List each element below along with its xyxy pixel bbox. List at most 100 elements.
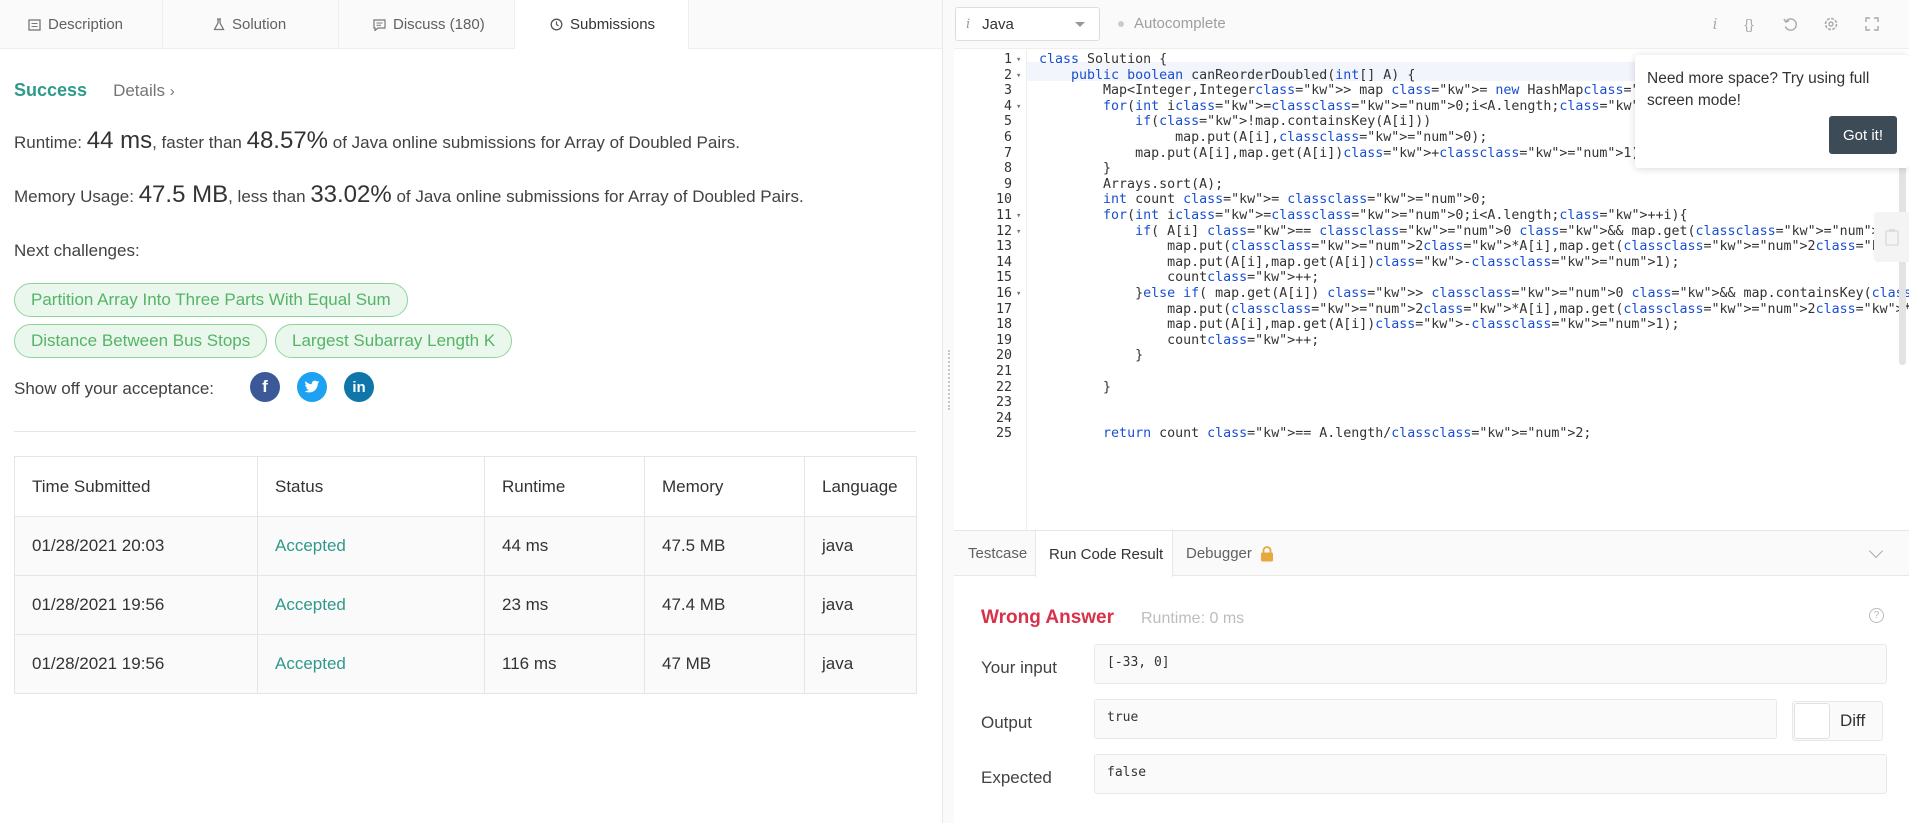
cell-status-link[interactable]: Accepted — [257, 516, 485, 576]
fullscreen-tip-popup: Need more space? Try using full screen m… — [1635, 55, 1909, 168]
popup-text: Need more space? Try using full screen m… — [1647, 70, 1870, 109]
cell-memory: 47.5 MB — [644, 516, 805, 576]
code-line: for(int iclass="kw">=classclass="kw">="n… — [1103, 98, 1687, 114]
side-panel-toggle[interactable] — [1874, 212, 1909, 262]
tab-run-code-result[interactable]: Run Code Result — [1035, 531, 1173, 577]
braces-icon[interactable]: {} — [1739, 14, 1759, 34]
memory-tail: of Java online submissions for Array of … — [391, 187, 804, 206]
reset-icon[interactable] — [1780, 14, 1800, 34]
line-number: 2 — [1003, 67, 1012, 83]
line-number: 14 — [995, 254, 1012, 270]
autocomplete-toggle[interactable]: Autocomplete — [1118, 15, 1226, 32]
code-line: } — [1039, 161, 1112, 177]
result-header: Success Details › — [14, 80, 175, 101]
details-link[interactable]: Details › — [113, 81, 175, 101]
line-number: 23 — [995, 395, 1012, 411]
line-number: 20 — [995, 348, 1012, 364]
tab-solution[interactable]: Solution — [163, 0, 339, 49]
line-number: 22 — [995, 379, 1012, 395]
code-line: Map<Integer,Integerclass="kw">> map clas… — [1039, 83, 1711, 99]
cell-memory: 47 MB — [644, 634, 805, 694]
fullscreen-icon[interactable] — [1862, 14, 1882, 34]
input-label: Your input — [981, 658, 1057, 677]
line-number: 25 — [995, 426, 1012, 442]
result-runtime: Runtime: 0 ms — [1141, 610, 1245, 627]
cell-status-link[interactable]: Accepted — [257, 575, 485, 635]
challenge-chip[interactable]: Distance Between Bus Stops — [14, 324, 268, 358]
code-line: map.put(classclass="kw">="num">2class="k… — [1039, 301, 1909, 317]
col-memory: Memory — [644, 456, 805, 517]
console-panel: Testcase Run Code Result Debugger Wrong … — [954, 530, 1909, 823]
table-row[interactable]: 01/28/2021 20:03 Accepted 44 ms 47.5 MB … — [14, 516, 917, 576]
line-number: 18 — [995, 317, 1012, 333]
line-number: 17 — [995, 301, 1012, 317]
col-status: Status — [257, 456, 485, 517]
info-icon[interactable]: i — [1705, 14, 1725, 34]
memory-stat: Memory Usage: 47.5 MB, less than 33.02% … — [14, 181, 804, 209]
line-number: 5 — [1003, 114, 1012, 130]
language-select[interactable]: i Java — [955, 7, 1100, 41]
got-it-button[interactable]: Got it! — [1829, 116, 1897, 154]
fold-arrow-icon[interactable]: ▾ — [1016, 227, 1021, 237]
tab-testcase[interactable]: Testcase — [954, 531, 1035, 576]
line-number: 1 — [1003, 52, 1012, 67]
code-line: countclass="kw">++; — [1039, 270, 1320, 286]
chevron-down-icon[interactable] — [1868, 543, 1884, 559]
code-line: return count class="kw">== A.length/clas… — [1103, 426, 1592, 442]
line-number: 15 — [995, 270, 1012, 286]
cell-time: 01/28/2021 19:56 — [14, 634, 258, 694]
line-number: 4 — [1003, 98, 1012, 114]
dot-icon — [1118, 20, 1124, 27]
linkedin-icon[interactable]: in — [344, 372, 374, 402]
fold-arrow-icon[interactable]: ▾ — [1016, 55, 1021, 65]
challenge-chip[interactable]: Largest Subarray Length K — [275, 324, 513, 358]
fold-arrow-icon[interactable]: ▾ — [1016, 289, 1021, 299]
runtime-tail: of Java online submissions for Array of … — [328, 133, 740, 152]
console-tabs: Testcase Run Code Result Debugger — [954, 531, 1909, 577]
line-gutter: 1 ▾ 2 ▾ 3 4 ▾ 5 6 7 8 9 10 11 ▾ 12 ▾ 13 14 15 16 ▾ 17 18 19 20 21 2… — [954, 50, 1027, 530]
runtime-percent: 48.57% — [246, 127, 329, 154]
fold-arrow-icon[interactable]: ▾ — [1016, 102, 1021, 112]
pane-divider[interactable] — [942, 0, 954, 823]
cell-runtime: 23 ms — [484, 575, 645, 635]
resize-handle[interactable] — [948, 350, 950, 410]
details-label: Details — [113, 80, 166, 100]
fold-arrow-icon[interactable]: ▾ — [1016, 211, 1021, 221]
runtime-stat: Runtime: 44 ms, faster than 48.57% of Ja… — [14, 127, 740, 155]
table-row[interactable]: 01/28/2021 19:56 Accepted 23 ms 47.4 MB … — [14, 575, 917, 635]
tab-description-label: Description — [48, 16, 124, 33]
challenge-chip[interactable]: Partition Array Into Three Parts With Eq… — [14, 283, 408, 317]
info-icon: i — [966, 16, 971, 32]
line-number: 12 — [995, 223, 1012, 239]
diff-toggle[interactable]: Diff — [1792, 701, 1883, 741]
settings-icon[interactable] — [1821, 14, 1841, 34]
fold-arrow-icon[interactable]: ▾ — [1016, 71, 1021, 81]
output-label: Output — [981, 713, 1033, 732]
line-number: 3 — [1003, 83, 1012, 99]
tab-discuss-label: Discuss (180) — [393, 16, 485, 33]
tab-submissions[interactable]: Submissions — [515, 0, 689, 50]
code-line: class Solution { — [1039, 52, 1168, 67]
output-value: true — [1094, 699, 1777, 739]
line-number: 13 — [995, 239, 1012, 255]
code-line: int count class="kw">= classclass="kw">=… — [1103, 192, 1488, 208]
help-icon[interactable]: ? — [1869, 608, 1884, 623]
cell-language: java — [804, 575, 917, 635]
diff-switch[interactable] — [1794, 703, 1830, 739]
tab-description[interactable]: Description — [0, 0, 163, 49]
cell-time: 01/28/2021 19:56 — [14, 575, 258, 635]
twitter-icon[interactable] — [297, 372, 327, 402]
facebook-icon[interactable]: f — [250, 372, 280, 402]
cell-status-link[interactable]: Accepted — [257, 634, 485, 694]
tab-discuss[interactable]: Discuss (180) — [339, 0, 515, 49]
table-header-row: Time Submitted Status Runtime Memory Lan… — [14, 456, 917, 517]
table-row[interactable]: 01/28/2021 19:56 Accepted 116 ms 47 MB j… — [14, 634, 917, 694]
line-number: 6 — [1003, 130, 1012, 145]
input-value: [-33, 0] — [1094, 644, 1887, 684]
code-line: } — [1039, 379, 1112, 395]
verdict: Wrong Answer — [981, 607, 1115, 628]
cell-language: java — [804, 516, 917, 576]
tab-debugger[interactable]: Debugger — [1173, 531, 1293, 576]
code-line: map.put(A[i],map.get(A[i])class="kw">-cl… — [1039, 254, 1680, 270]
diff-label: Diff — [1840, 711, 1866, 730]
